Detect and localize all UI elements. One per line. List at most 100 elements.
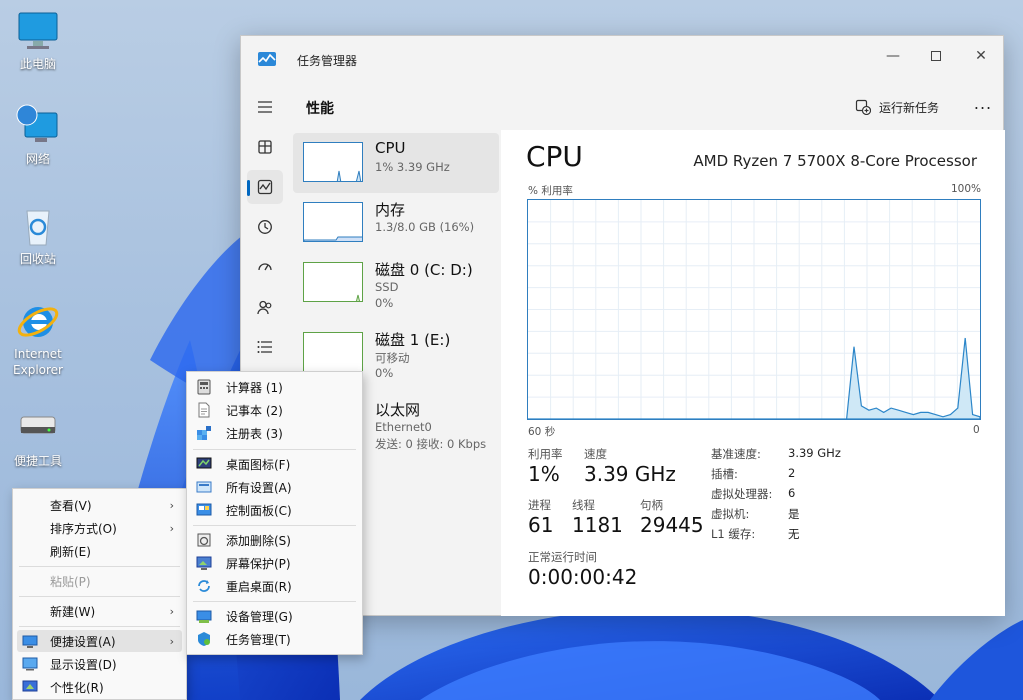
speed-label: 速度 bbox=[584, 447, 607, 461]
run-new-task-button[interactable]: 运行新任务 bbox=[855, 96, 939, 118]
nav-users[interactable] bbox=[247, 290, 283, 324]
desktop-icon-network[interactable]: 网络 bbox=[4, 103, 72, 167]
cpu-detail-panel: CPU AMD Ryzen 7 5700X 8-Core Processor %… bbox=[501, 130, 1005, 616]
run-new-task-label: 运行新任务 bbox=[879, 100, 940, 115]
perf-item-type: SSD bbox=[375, 280, 399, 294]
spec-key: L1 缓存: bbox=[711, 527, 756, 541]
menu-item-label: 桌面图标(F) bbox=[226, 457, 291, 472]
perf-item-usage: 0% bbox=[375, 296, 394, 310]
app-history-icon bbox=[258, 220, 272, 234]
perf-item-throughput: 发送: 0 接收: 0 Kbps bbox=[375, 437, 487, 451]
quick-settings-icon bbox=[22, 635, 38, 648]
desktop-icon-handy-tools[interactable]: 便捷工具 bbox=[4, 405, 72, 469]
handles-label: 句柄 bbox=[640, 498, 663, 512]
submenu-arrow-icon: › bbox=[169, 498, 174, 512]
menu-item-calculator[interactable]: 计算器 (1) bbox=[191, 376, 358, 398]
menu-item-quick-settings[interactable]: 便捷设置(A) › bbox=[17, 630, 182, 652]
desktop-icon-recycle-bin[interactable]: 回收站 bbox=[4, 203, 72, 267]
menu-item-task-manager[interactable]: 任务管理(T) bbox=[191, 628, 358, 650]
handles-value: 29445 bbox=[640, 513, 704, 537]
desktop-icon-label: 网络 bbox=[25, 152, 50, 166]
close-button[interactable]: ✕ bbox=[963, 42, 999, 70]
internet-explorer-icon bbox=[15, 298, 61, 344]
desktop-icon-internet-explorer[interactable]: Internet Explorer bbox=[4, 298, 72, 378]
menu-item-new[interactable]: 新建(W) › bbox=[17, 600, 182, 622]
menu-item-label: 刷新(E) bbox=[50, 544, 91, 559]
notepad-icon bbox=[198, 402, 210, 418]
perf-item-name: 磁盘 1 (E:) bbox=[375, 331, 451, 349]
utilization-value: 1% bbox=[528, 462, 560, 486]
menu-item-personalize[interactable]: 个性化(R) bbox=[17, 676, 182, 698]
more-options-button[interactable]: ... bbox=[969, 94, 997, 118]
menu-item-label: 添加删除(S) bbox=[226, 533, 291, 548]
desktop-icon-this-pc[interactable]: 此电脑 bbox=[4, 8, 72, 72]
menu-item-control-panel[interactable]: 控制面板(C) bbox=[191, 499, 358, 521]
nav-details[interactable] bbox=[247, 330, 283, 364]
spec-value: 2 bbox=[788, 466, 796, 480]
menu-separator bbox=[193, 449, 356, 450]
menu-item-add-remove[interactable]: 添加删除(S) bbox=[191, 529, 358, 551]
page-header: 性能 运行新任务 ... bbox=[291, 82, 1005, 130]
perf-item-name: CPU bbox=[375, 139, 406, 157]
add-remove-programs-icon bbox=[197, 533, 211, 547]
nav-app-history[interactable] bbox=[247, 210, 283, 244]
cpu-usage-graph bbox=[527, 199, 981, 420]
nav-menu-button[interactable] bbox=[247, 90, 283, 124]
minimize-button[interactable]: — bbox=[875, 42, 911, 70]
nav-startup[interactable] bbox=[247, 250, 283, 284]
all-settings-icon bbox=[196, 481, 212, 493]
minimize-icon: — bbox=[886, 48, 900, 64]
menu-item-display-settings[interactable]: 显示设置(D) bbox=[17, 653, 182, 675]
submenu-arrow-icon: › bbox=[169, 604, 174, 618]
nav-processes[interactable] bbox=[247, 130, 283, 164]
perf-item-cpu[interactable]: CPU 1% 3.39 GHz bbox=[293, 133, 499, 193]
spec-key: 虚拟机: bbox=[711, 507, 750, 521]
desktop-context-menu: 查看(V) › 排序方式(O) › 刷新(E) 粘贴(P) 新建(W) › 便捷设置(… bbox=[12, 488, 187, 700]
menu-item-notepad[interactable]: 记事本 (2) bbox=[191, 399, 358, 421]
run-task-icon bbox=[855, 99, 871, 115]
menu-item-restart-desktop[interactable]: 重启桌面(R) bbox=[191, 575, 358, 597]
title-bar[interactable]: 任务管理器 — ✕ bbox=[241, 36, 1003, 82]
menu-separator bbox=[19, 626, 180, 627]
menu-item-desktop-icons[interactable]: 桌面图标(F) bbox=[191, 453, 358, 475]
task-manager-app-icon bbox=[258, 51, 276, 66]
menu-item-refresh[interactable]: 刷新(E) bbox=[17, 540, 182, 562]
spec-value: 6 bbox=[788, 486, 796, 500]
perf-item-disk-0[interactable]: 磁盘 0 (C: D:) SSD 0% bbox=[293, 253, 499, 313]
active-indicator bbox=[247, 180, 250, 196]
menu-separator bbox=[19, 596, 180, 597]
device-manager-icon bbox=[196, 610, 212, 623]
menu-item-device-manager[interactable]: 设备管理(G) bbox=[191, 605, 358, 627]
perf-item-name: 以太网 bbox=[375, 401, 421, 419]
nav-performance[interactable] bbox=[247, 170, 283, 204]
submenu-arrow-icon: › bbox=[169, 634, 174, 648]
desktop-icon-label: 此电脑 bbox=[19, 57, 56, 71]
disk0-thumbnail-graph bbox=[303, 262, 363, 302]
details-icon bbox=[257, 341, 272, 353]
submenu-arrow-icon: › bbox=[169, 521, 174, 535]
menu-item-label: 控制面板(C) bbox=[226, 503, 292, 518]
perf-item-type: 可移动 bbox=[375, 351, 410, 365]
perf-item-detail: 1% 3.39 GHz bbox=[375, 160, 450, 174]
memory-thumbnail-graph bbox=[303, 202, 363, 242]
menu-item-label: 记事本 (2) bbox=[226, 403, 283, 418]
menu-item-all-settings[interactable]: 所有设置(A) bbox=[191, 476, 358, 498]
menu-item-view[interactable]: 查看(V) › bbox=[17, 494, 182, 516]
quick-settings-submenu: 计算器 (1) 记事本 (2) 注册表 (3) 桌面图标(F) 所有设置(A) … bbox=[186, 371, 363, 655]
processes-icon bbox=[258, 140, 272, 154]
menu-item-label: 个性化(R) bbox=[50, 680, 104, 695]
spec-key: 基准速度: bbox=[711, 447, 761, 461]
menu-item-label: 所有设置(A) bbox=[226, 480, 292, 495]
recycle-bin-icon bbox=[15, 203, 61, 249]
perf-item-memory[interactable]: 内存 1.3/8.0 GB (16%) bbox=[293, 193, 499, 253]
menu-item-registry[interactable]: 注册表 (3) bbox=[191, 422, 358, 444]
graph-x-left: 60 秒 bbox=[528, 426, 556, 438]
calculator-icon bbox=[197, 379, 211, 395]
menu-item-sort-by[interactable]: 排序方式(O) › bbox=[17, 517, 182, 539]
desktop-icons-icon bbox=[196, 457, 212, 469]
window-title: 任务管理器 bbox=[297, 54, 358, 68]
maximize-button[interactable] bbox=[918, 42, 954, 70]
menu-item-screensaver[interactable]: 屏幕保护(P) bbox=[191, 552, 358, 574]
menu-separator bbox=[19, 566, 180, 567]
menu-item-label: 显示设置(D) bbox=[50, 657, 117, 672]
